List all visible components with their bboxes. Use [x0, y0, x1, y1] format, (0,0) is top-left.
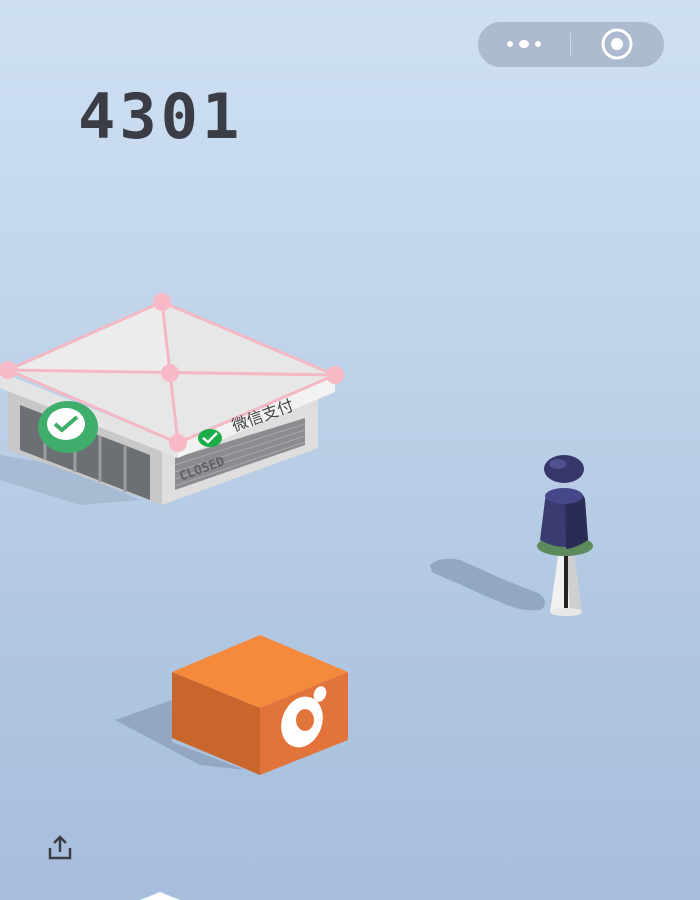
more-dots-icon — [507, 40, 541, 48]
next-block-edge — [140, 892, 180, 900]
close-button[interactable] — [571, 22, 664, 67]
target-circle-icon — [601, 28, 633, 60]
player-piece — [537, 455, 593, 616]
piece-shadow — [430, 558, 545, 611]
menu-capsule — [478, 22, 664, 67]
wechat-pay-logo-icon — [38, 401, 98, 453]
more-button[interactable] — [478, 22, 570, 67]
share-button[interactable] — [44, 832, 76, 864]
check-badge-icon — [198, 429, 222, 447]
score-display: 4301 — [78, 80, 244, 153]
share-icon — [48, 835, 72, 860]
